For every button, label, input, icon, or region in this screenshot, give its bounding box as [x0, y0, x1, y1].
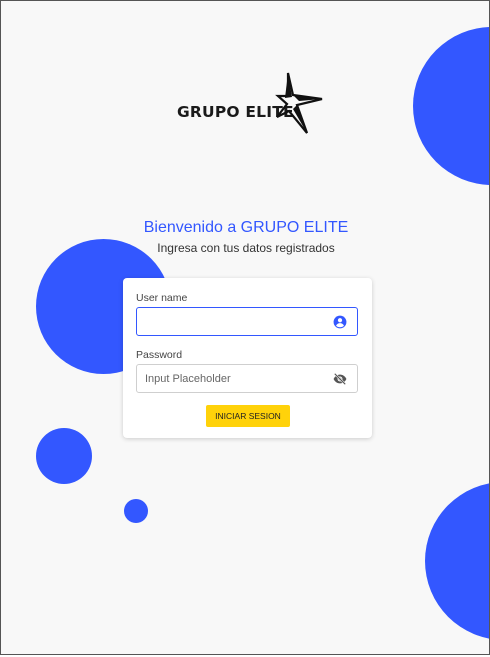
- decorative-circle: [36, 428, 92, 484]
- password-input[interactable]: [145, 365, 325, 392]
- star-icon: [275, 72, 323, 134]
- decorative-circle: [124, 499, 148, 523]
- login-button[interactable]: INICIAR SESION: [206, 405, 290, 427]
- welcome-title: Bienvenido a GRUPO ELITE: [143, 219, 349, 236]
- password-label: Password: [136, 349, 183, 361]
- welcome-subtitle: Ingresa con tus datos registrados: [157, 241, 335, 255]
- decorative-circle: [413, 27, 489, 185]
- account-circle-icon: [333, 315, 347, 329]
- username-field[interactable]: [136, 307, 358, 336]
- username-label: User name: [136, 292, 188, 304]
- login-screen: GRUPO ELITE Bienvenido a GRUPO ELITE Ing…: [0, 0, 490, 655]
- password-field[interactable]: [136, 364, 358, 393]
- brand-logo: GRUPO ELITE: [177, 71, 327, 135]
- decorative-circle: [425, 482, 489, 640]
- username-input[interactable]: [145, 308, 325, 335]
- login-card: User name Password INICIAR SESION: [123, 278, 372, 438]
- eye-off-icon[interactable]: [333, 372, 347, 386]
